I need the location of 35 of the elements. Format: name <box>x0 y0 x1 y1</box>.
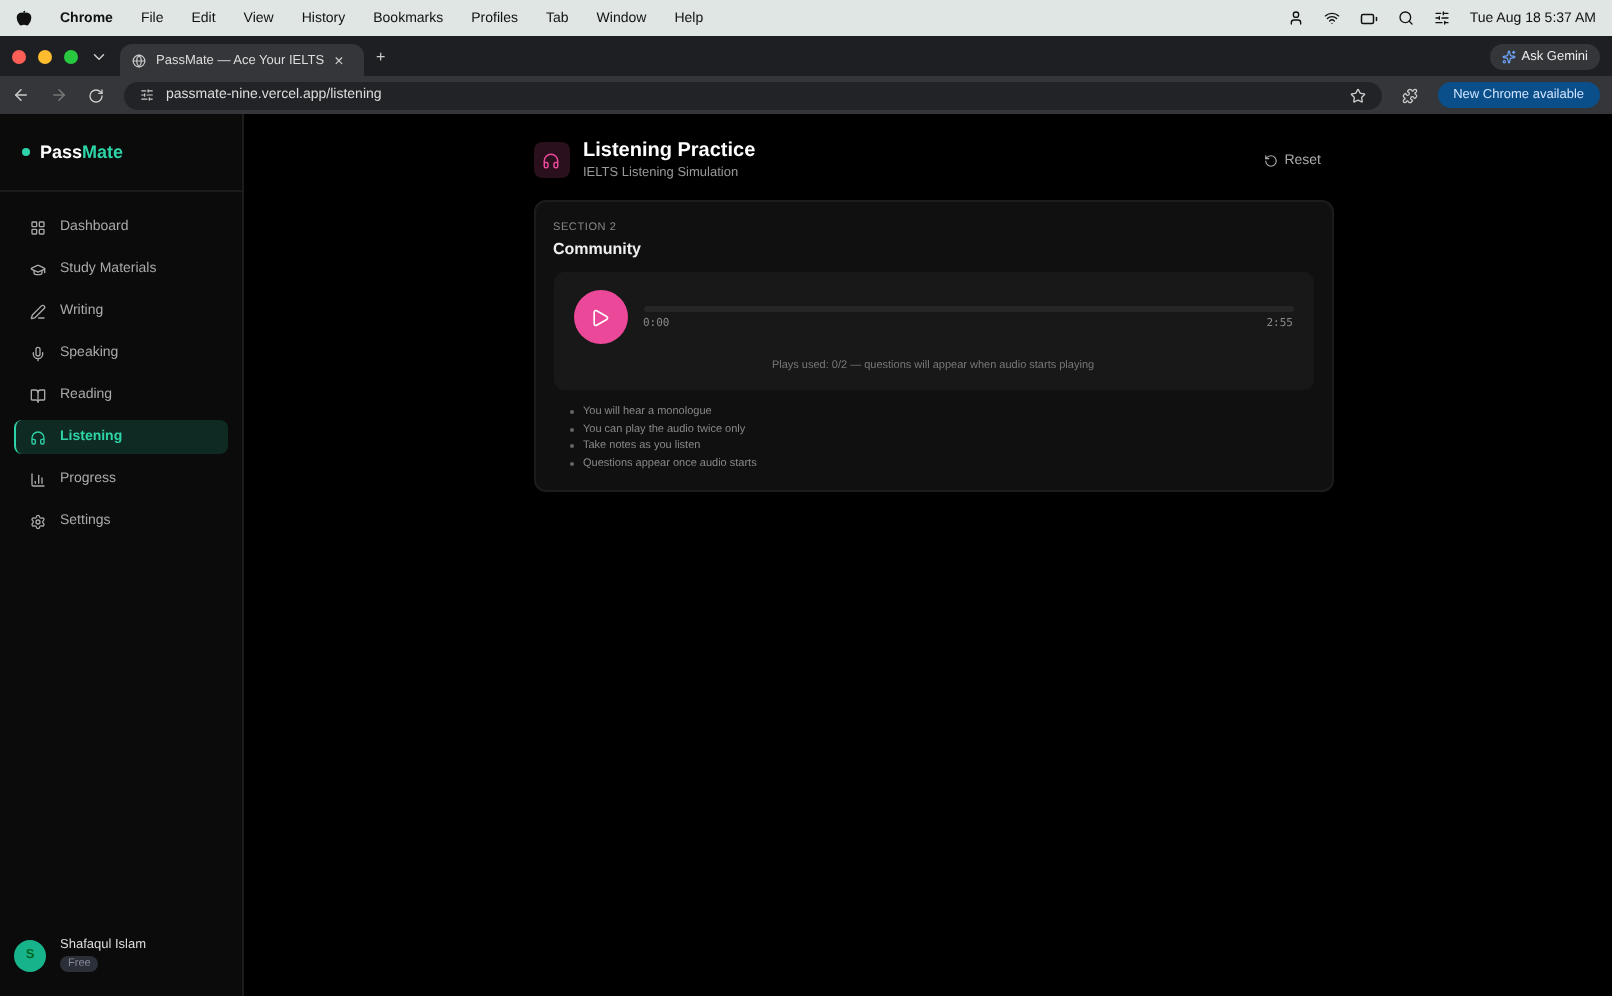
logo: PassMate <box>40 142 124 162</box>
battery-icon[interactable] <box>1359 9 1378 27</box>
forward-icon[interactable] <box>50 86 68 104</box>
user-icon[interactable] <box>1287 10 1304 26</box>
reset-icon <box>1264 153 1279 167</box>
bookmark-star-icon <box>1349 87 1366 103</box>
back-icon[interactable] <box>12 86 30 104</box>
minimize-window-button[interactable] <box>38 49 52 63</box>
play-button[interactable] <box>573 290 627 344</box>
headphones-icon <box>30 429 46 445</box>
extensions-icon[interactable] <box>1401 87 1418 103</box>
wifi-icon[interactable] <box>1323 10 1340 26</box>
search-icon[interactable] <box>1397 10 1414 26</box>
pen-icon <box>30 303 46 319</box>
new-tab-button[interactable]: + <box>376 47 386 65</box>
reload-icon[interactable] <box>88 87 104 103</box>
microphone-icon <box>30 345 46 361</box>
grid-icon <box>30 219 46 235</box>
page-title: Listening Practice <box>583 140 756 162</box>
close-tab-button[interactable]: × <box>334 51 344 69</box>
sparkle-icon <box>1501 49 1516 63</box>
globe-icon <box>132 53 146 67</box>
settings-icon <box>30 513 46 529</box>
book-icon <box>30 387 46 403</box>
maximize-window-button[interactable] <box>64 49 78 63</box>
headphones-icon <box>533 142 569 178</box>
close-window-button[interactable] <box>12 49 26 63</box>
bar-chart-icon <box>30 471 46 487</box>
graduation-cap-icon <box>30 261 46 277</box>
control-center-icon[interactable] <box>1433 10 1450 26</box>
play-icon <box>590 307 610 327</box>
site-settings-icon <box>140 88 154 102</box>
apple-icon[interactable] <box>16 10 32 26</box>
logo-dot-icon <box>22 148 30 156</box>
section-title: Community <box>553 240 643 258</box>
